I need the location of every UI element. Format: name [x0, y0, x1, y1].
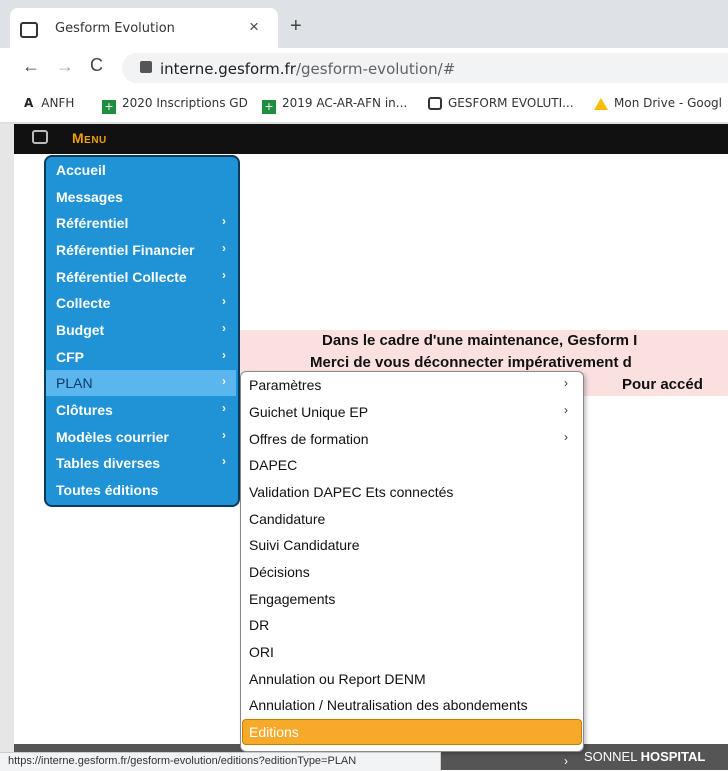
menu-item-messages[interactable]: Messages	[46, 184, 236, 210]
submenu-item-annulation-neutralisation[interactable]: Annulation / Neutralisation des abondeme…	[242, 692, 582, 718]
chevron-right-icon: ›	[564, 376, 568, 390]
chevron-right-icon: ›	[222, 428, 226, 442]
chevron-right-icon: ›	[222, 454, 226, 468]
sheets-icon: +	[262, 100, 276, 114]
submenu-item-decisions[interactable]: Décisions	[242, 559, 582, 585]
submenu-item-editions[interactable]: Editions	[242, 719, 582, 745]
chevron-right-icon: ›	[222, 241, 226, 255]
gesform-icon	[428, 97, 442, 110]
status-url: https://interne.gesform.fr/gesform-evolu…	[8, 755, 357, 767]
menu-title[interactable]: Menu	[72, 130, 107, 146]
menu-item-referentiel-collecte[interactable]: Référentiel Collecte ›	[46, 264, 236, 290]
menu-item-plan[interactable]: PLAN ›	[46, 370, 236, 396]
alert-line: Dans le cadre d'une maintenance, Gesform…	[322, 332, 638, 349]
a-icon: A	[24, 96, 34, 110]
bookmark-anfh[interactable]: A ANFH	[24, 96, 74, 110]
reload-button[interactable]: C	[90, 55, 103, 76]
menu-item-clotures[interactable]: Clôtures ›	[46, 397, 236, 423]
chevron-right-icon: ›	[222, 214, 226, 228]
submenu-item-candidature[interactable]: Candidature	[242, 506, 582, 532]
forward-button[interactable]: →	[56, 56, 74, 77]
menu-item-toutes-editions[interactable]: Toutes éditions	[46, 477, 236, 503]
alert-line: Merci de vous déconnecter impérativement…	[310, 354, 632, 371]
submenu-item-dapec[interactable]: DAPEC	[242, 452, 582, 478]
chevron-right-icon: ›	[222, 294, 226, 308]
close-tab-icon[interactable]: ×	[249, 17, 259, 37]
menu-item-cfp[interactable]: CFP ›	[46, 344, 236, 370]
chevron-right-icon: ›	[222, 268, 226, 282]
chevron-right-icon: ›	[564, 754, 568, 768]
submenu-item-offres-formation[interactable]: Offres de formation ›	[242, 426, 582, 452]
submenu-item-validation-dapec[interactable]: Validation DAPEC Ets connectés	[242, 479, 582, 505]
menu-item-modeles-courrier[interactable]: Modèles courrier ›	[46, 424, 236, 450]
footer-text: SONNEL HOSPITAL	[584, 749, 706, 764]
menu-item-budget[interactable]: Budget ›	[46, 317, 236, 343]
bookmark-2019-ac[interactable]: +2019 AC-AR-AFN in...	[262, 96, 407, 114]
chevron-right-icon: ›	[222, 348, 226, 362]
chevron-right-icon: ›	[222, 321, 226, 335]
menu-item-referentiel-financier[interactable]: Référentiel Financier ›	[46, 237, 236, 263]
gesform-tab-icon	[20, 22, 38, 38]
sheets-icon: +	[102, 100, 116, 114]
page-left-edge	[0, 124, 14, 770]
submenu-item-annulation-report[interactable]: Annulation ou Report DENM	[242, 666, 582, 692]
chevron-right-icon: ›	[222, 374, 226, 388]
tab-title: Gesform Evolution	[55, 21, 175, 36]
menu-item-accueil[interactable]: Accueil	[46, 157, 236, 183]
url-path: /gesform-evolution/#	[295, 60, 456, 78]
chevron-right-icon: ›	[564, 430, 568, 444]
url-host: interne.gesform.fr	[160, 60, 296, 78]
bookmark-gesform[interactable]: GESFORM EVOLUTI...	[428, 96, 574, 110]
submenu-item-engagements[interactable]: Engagements	[242, 586, 582, 612]
new-tab-button[interactable]: +	[290, 15, 302, 38]
back-button[interactable]: ←	[22, 56, 40, 77]
chevron-right-icon: ›	[222, 401, 226, 415]
menu-item-referentiel[interactable]: Référentiel ›	[46, 210, 236, 236]
menu-item-tables-diverses[interactable]: Tables diverses ›	[46, 450, 236, 476]
url-text[interactable]: interne.gesform.fr/gesform-evolution/#	[160, 60, 455, 78]
menu-icon[interactable]	[32, 130, 48, 144]
bookmark-2020-inscriptions[interactable]: +2020 Inscriptions GD	[102, 96, 248, 114]
submenu-item-parametres[interactable]: Paramètres ›	[242, 372, 582, 398]
submenu-item-ori[interactable]: ORI	[242, 639, 582, 665]
submenu-item-guichet-unique[interactable]: Guichet Unique EP ›	[242, 399, 582, 425]
alert-line: Pour accéd	[622, 376, 703, 393]
drive-icon	[594, 98, 608, 110]
bookmark-drive[interactable]: Mon Drive - Googl	[594, 96, 722, 110]
chevron-right-icon: ›	[564, 403, 568, 417]
menu-item-collecte[interactable]: Collecte ›	[46, 290, 236, 316]
submenu-item-dr[interactable]: DR	[242, 612, 582, 638]
submenu-item-suivi-candidature[interactable]: Suivi Candidature	[242, 532, 582, 558]
lock-icon[interactable]	[140, 61, 152, 73]
app-header	[14, 124, 728, 154]
